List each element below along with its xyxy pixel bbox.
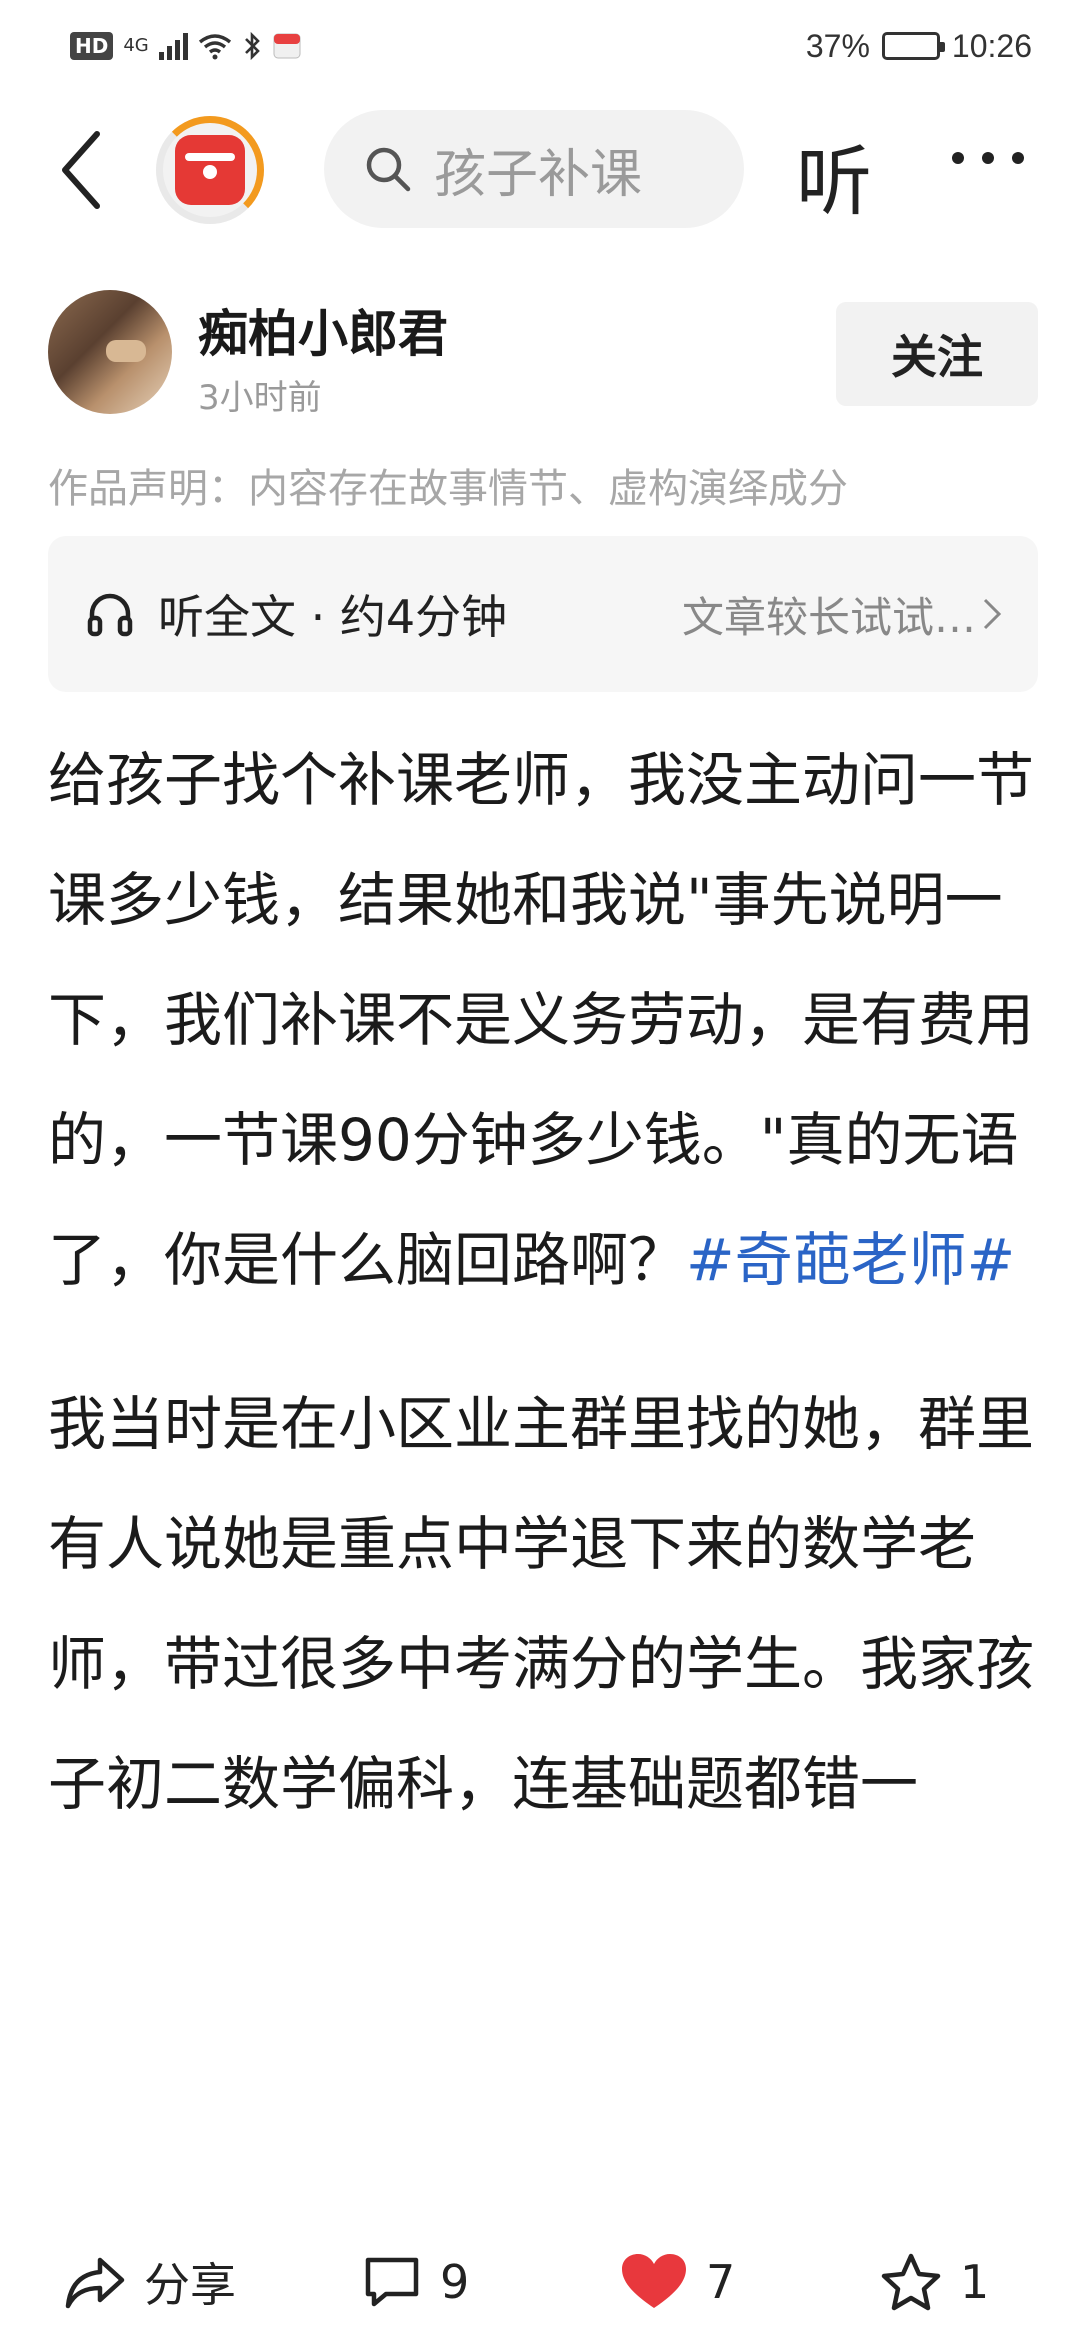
- signal-type-label: 4G: [123, 35, 149, 56]
- hashtag-link[interactable]: #奇葩老师#: [686, 1226, 1015, 1294]
- search-placeholder: 孩子补课: [434, 144, 643, 205]
- comment-count: 9: [440, 2255, 470, 2309]
- status-left: HD 4G: [70, 31, 302, 61]
- wifi-icon: [198, 34, 231, 60]
- bottom-action-bar: 分享 9 7 1: [0, 2222, 1080, 2340]
- share-button[interactable]: 分享: [64, 2242, 236, 2322]
- author-name[interactable]: 痴柏小郎君: [198, 294, 448, 366]
- comment-icon: [365, 2257, 419, 2307]
- chevron-right-icon: [983, 598, 1002, 630]
- search-input[interactable]: 孩子补课: [324, 110, 744, 228]
- favorite-count: 1: [960, 2255, 990, 2309]
- red-envelope-icon: [175, 135, 245, 205]
- status-right: 37% 10:26: [806, 28, 1032, 65]
- nav-bar: 孩子补课 听: [0, 100, 1080, 240]
- listen-duration-label: 听全文 · 约4分钟: [158, 590, 508, 644]
- search-icon: [366, 147, 411, 192]
- hd-badge: HD: [70, 32, 114, 60]
- status-bar: HD 4G 37% 10:26: [0, 0, 1080, 92]
- headphones-icon: [87, 593, 133, 637]
- avatar[interactable]: [48, 290, 172, 414]
- signal-bars-icon: [158, 32, 188, 60]
- article-body: 给孩子找个补课老师，我没主动问一节课多少钱，结果她和我说"事先说明一下，我们补课…: [48, 720, 1038, 1844]
- comment-button[interactable]: 9: [362, 2242, 469, 2322]
- bluetooth-icon: [244, 31, 260, 61]
- back-button[interactable]: [46, 122, 116, 218]
- app-notification-icon: [273, 33, 301, 59]
- author-header: 痴柏小郎君 3小时前 关注: [0, 288, 1080, 424]
- back-arrow-icon: [62, 131, 100, 209]
- clock: 10:26: [951, 27, 1032, 64]
- article-paragraph: 我当时是在小区业主群里找的她，群里有人说她是重点中学退下来的数学老师，带过很多中…: [48, 1364, 1038, 1844]
- star-icon: [881, 2253, 941, 2311]
- more-dots-icon[interactable]: [952, 152, 1024, 164]
- heart-icon: [622, 2254, 686, 2308]
- paragraph-text: 我当时是在小区业主群里找的她，群里有人说她是重点中学退下来的数学老师，带过很多中…: [48, 1390, 1035, 1818]
- favorite-button[interactable]: 1: [880, 2242, 989, 2322]
- red-envelope-button[interactable]: [156, 116, 264, 224]
- signal-type: 4G: [123, 37, 148, 55]
- share-icon: [65, 2257, 125, 2309]
- like-count: 7: [706, 2255, 736, 2309]
- content-declaration: 作品声明：内容存在故事情节、虚构演绎成分: [48, 466, 848, 512]
- follow-button[interactable]: 关注: [836, 302, 1038, 406]
- listen-button[interactable]: 听: [796, 120, 872, 230]
- article-paragraph: 给孩子找个补课老师，我没主动问一节课多少钱，结果她和我说"事先说明一下，我们补课…: [48, 720, 1038, 1320]
- battery-percent: 37%: [805, 27, 870, 64]
- post-time: 3小时前: [198, 378, 322, 418]
- listen-hint-text: 文章较长试试…: [681, 592, 976, 642]
- like-button[interactable]: 7: [620, 2242, 735, 2322]
- listen-full-text-bar[interactable]: 听全文 · 约4分钟 文章较长试试…: [48, 536, 1038, 692]
- battery-icon: [881, 32, 945, 60]
- listen-hint: 文章较长试试…: [682, 584, 1002, 645]
- paragraph-text: 给孩子找个补课老师，我没主动问一节课多少钱，结果她和我说"事先说明一下，我们补课…: [48, 746, 1035, 1294]
- share-label: 分享: [144, 2258, 236, 2312]
